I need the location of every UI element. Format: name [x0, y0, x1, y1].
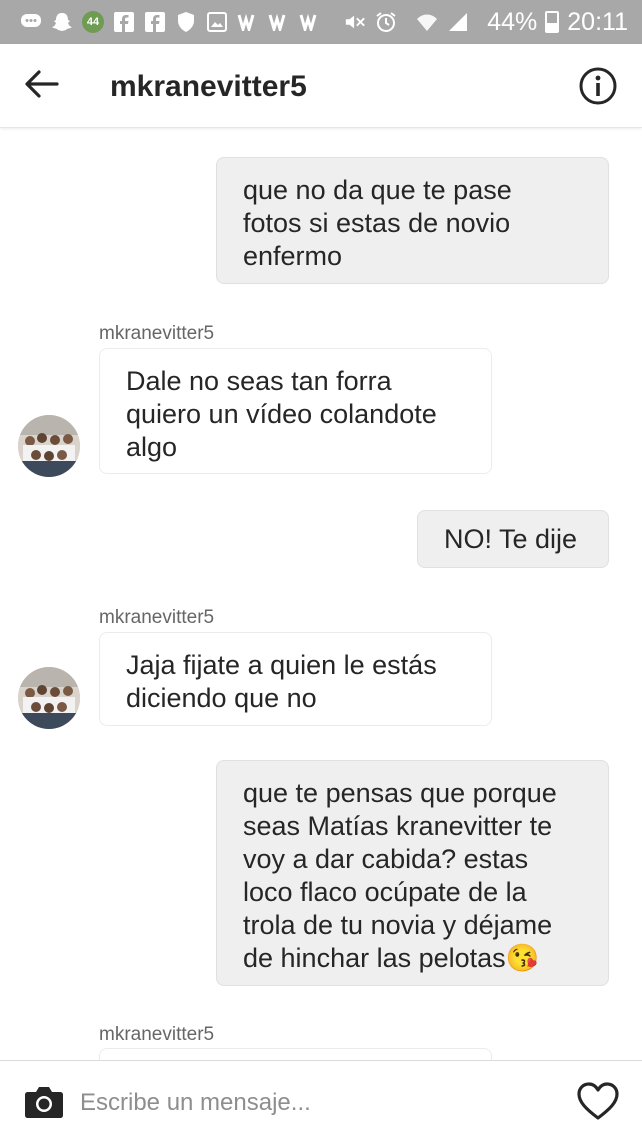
shield-icon: [175, 11, 197, 33]
battery-icon: [545, 11, 560, 33]
incoming-message[interactable]: Dale no seas tan forra quiero un vídeo c…: [99, 348, 492, 474]
kissing-face-emoji: 😘: [505, 943, 540, 973]
back-button[interactable]: [22, 64, 62, 104]
clock: 20:11: [567, 7, 628, 36]
info-icon: [579, 67, 617, 105]
sender-avatar[interactable]: [18, 415, 80, 477]
camera-icon: [25, 1087, 63, 1118]
mute-icon: [344, 11, 366, 33]
flag-icon: [299, 11, 321, 33]
like-button[interactable]: [576, 1081, 620, 1123]
chat-header: mkranevitter5: [0, 44, 642, 128]
facebook-icon: [113, 11, 135, 33]
incoming-message[interactable]: [99, 1048, 492, 1060]
outgoing-message[interactable]: que te pensas que porque seas Matías kra…: [216, 760, 609, 986]
back-arrow-icon: [25, 70, 59, 98]
message-sender: mkranevitter5: [99, 607, 215, 628]
message-input[interactable]: [80, 1085, 550, 1121]
status-bar-notifications: 44: [20, 11, 487, 33]
image-icon: [206, 11, 228, 33]
info-button[interactable]: [578, 66, 618, 106]
message-icon: [20, 11, 42, 33]
message-sender: mkranevitter5: [99, 1024, 215, 1045]
heart-icon: [577, 1082, 619, 1120]
battery-percent: 44%: [487, 7, 538, 36]
conversation-title[interactable]: mkranevitter5: [110, 70, 307, 104]
flag-icon: [237, 11, 259, 33]
message-sender: mkranevitter5: [99, 323, 215, 344]
camera-button[interactable]: [24, 1085, 64, 1121]
message-composer: [0, 1060, 642, 1140]
status-bar: 44 44% 20:11: [0, 0, 642, 44]
sender-avatar[interactable]: [18, 667, 80, 729]
notification-badge-icon: 44: [82, 11, 104, 33]
facebook-icon: [144, 11, 166, 33]
signal-icon: [447, 11, 469, 33]
incoming-message[interactable]: Jaja fijate a quien le estás diciendo qu…: [99, 632, 492, 726]
outgoing-message[interactable]: que no da que te pase fotos si estas de …: [216, 157, 609, 284]
outgoing-message[interactable]: NO! Te dije: [417, 510, 609, 568]
status-bar-right: 44% 20:11: [487, 8, 628, 37]
wifi-icon: [416, 11, 438, 33]
alarm-icon: [375, 11, 397, 33]
flag-icon: [268, 11, 290, 33]
snapchat-icon: [51, 11, 73, 33]
